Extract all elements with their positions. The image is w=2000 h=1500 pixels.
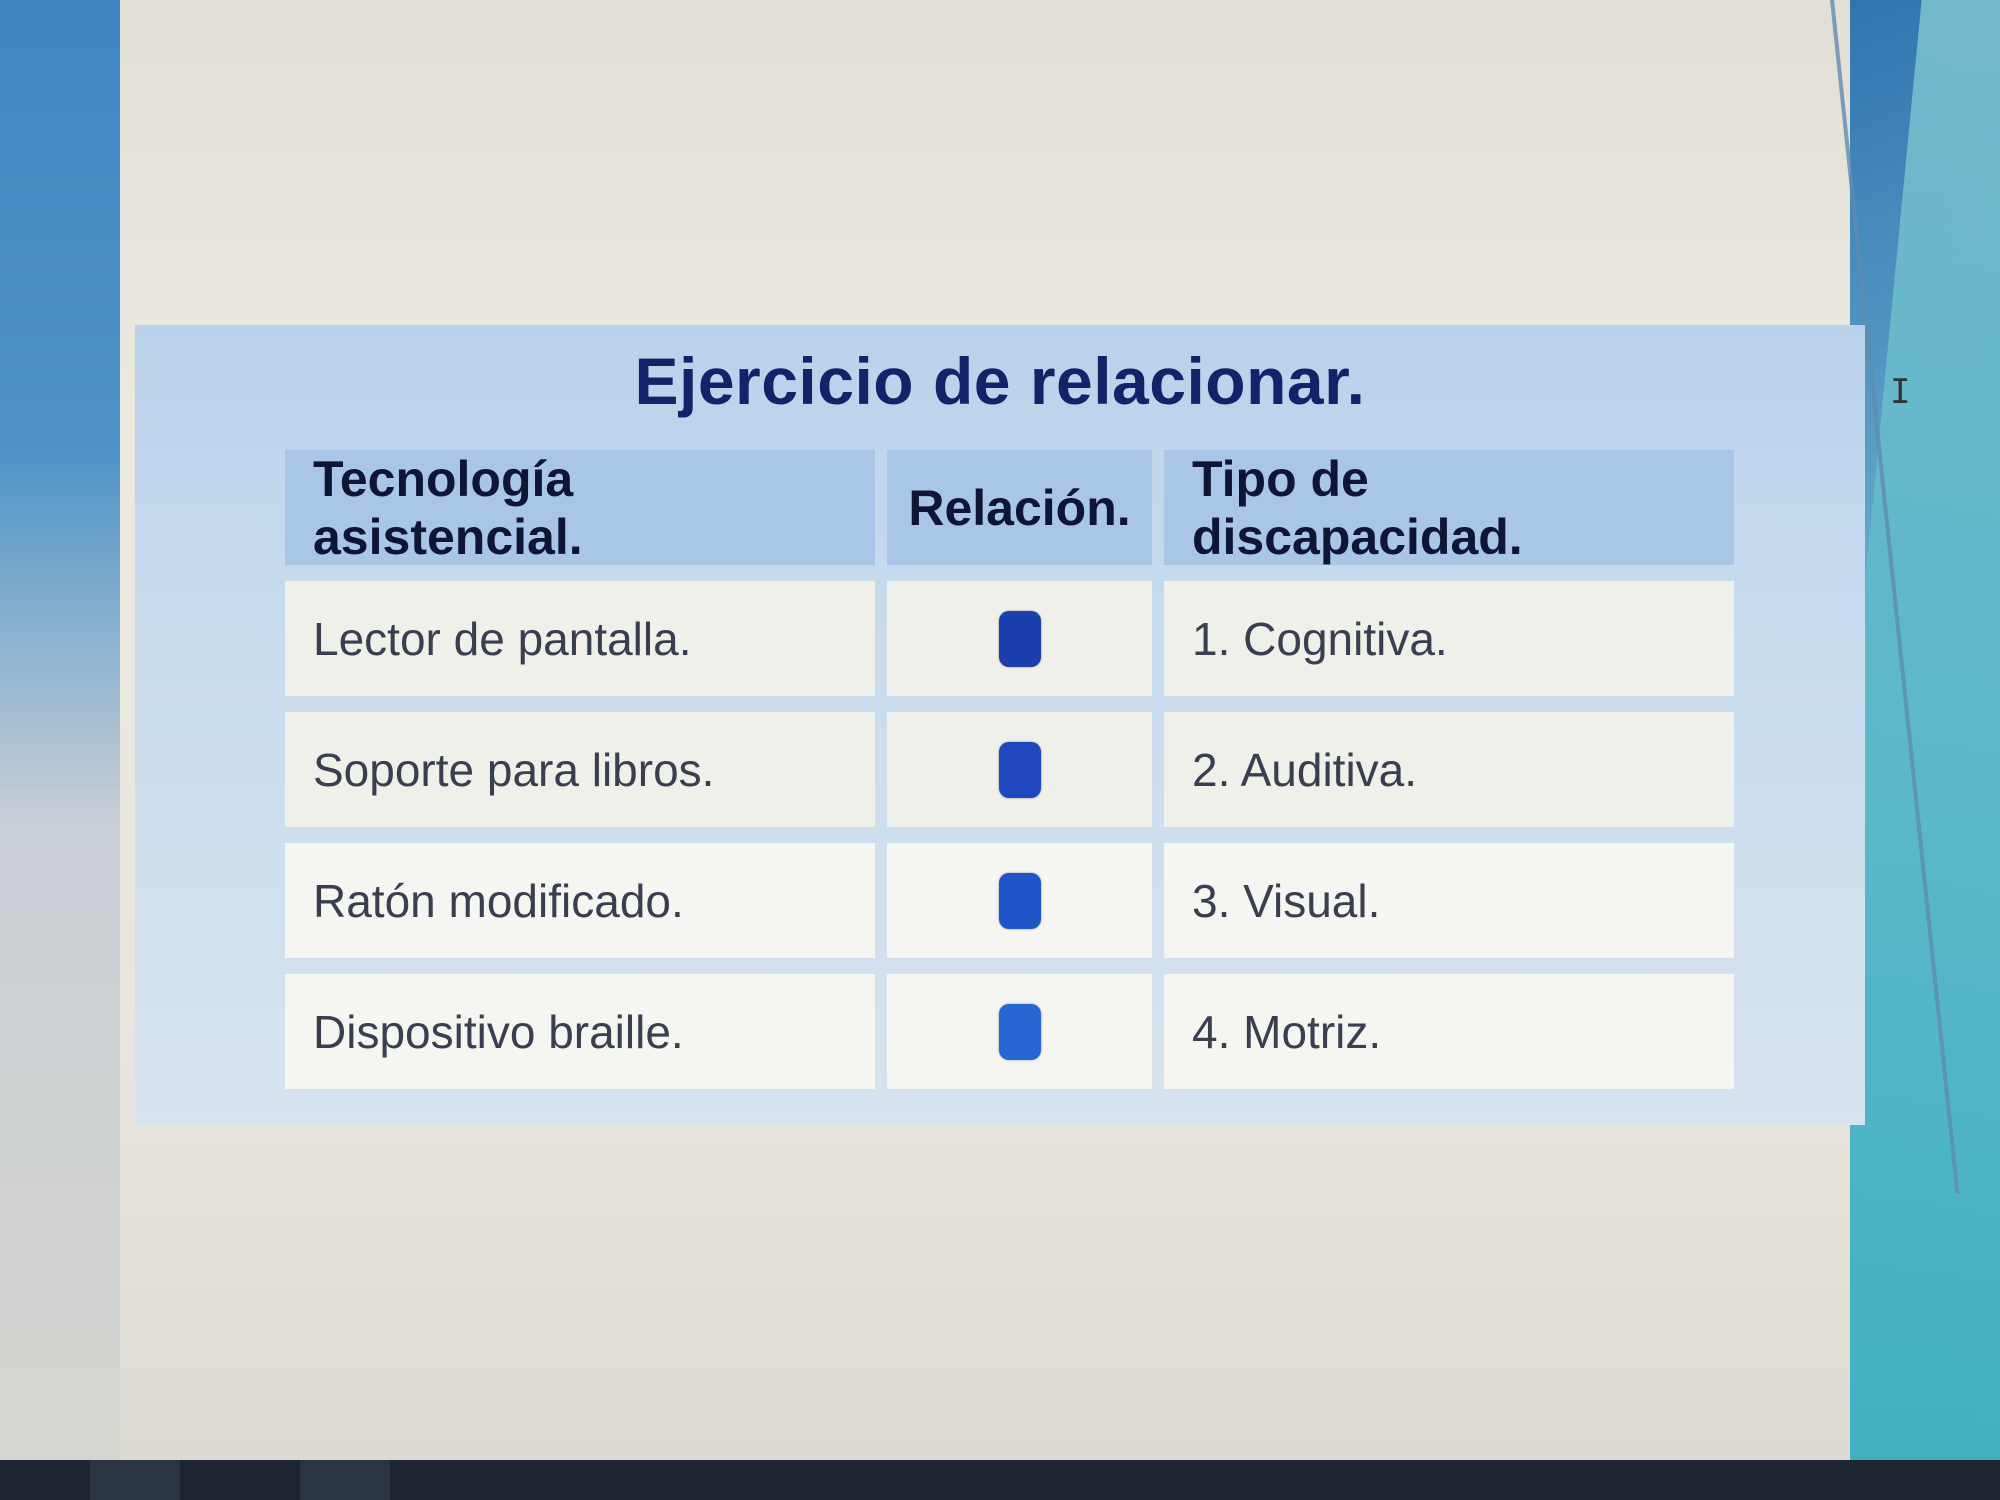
exercise-title: Ejercicio de relacionar.: [634, 344, 1366, 418]
header-technology: Tecnología asistencial.: [285, 450, 875, 565]
header-relation: Relación.: [887, 450, 1152, 565]
disability-cell-4: 4. Motriz.: [1164, 974, 1734, 1089]
matching-table: Tecnología asistencial. Relación. Tipo d…: [285, 450, 1735, 1089]
relation-cell-1[interactable]: [887, 581, 1152, 696]
disability-cell-2: 2. Auditiva.: [1164, 712, 1734, 827]
relation-cell-2[interactable]: [887, 712, 1152, 827]
exercise-panel: Ejercicio de relacionar. Tecnología asis…: [135, 325, 1865, 1125]
taskbar: [0, 1460, 2000, 1500]
technology-cell-2: Soporte para libros.: [285, 712, 875, 827]
relation-marker-3[interactable]: [998, 872, 1041, 929]
taskbar-button-1[interactable]: [90, 1460, 180, 1500]
disability-cell-1: 1. Cognitiva.: [1164, 581, 1734, 696]
relation-cell-3[interactable]: [887, 843, 1152, 958]
header-disability: Tipo de discapacidad.: [1164, 450, 1734, 565]
taskbar-button-2[interactable]: [300, 1460, 390, 1500]
text-cursor-icon: I: [1890, 372, 1911, 412]
technology-cell-4: Dispositivo braille.: [285, 974, 875, 1089]
disability-cell-3: 3. Visual.: [1164, 843, 1734, 958]
technology-cell-3: Ratón modificado.: [285, 843, 875, 958]
technology-cell-1: Lector de pantalla.: [285, 581, 875, 696]
relation-marker-1[interactable]: [998, 610, 1041, 667]
relation-marker-4[interactable]: [998, 1003, 1041, 1060]
relation-marker-2[interactable]: [998, 741, 1041, 798]
desktop-background-left: [0, 0, 140, 1500]
relation-cell-4[interactable]: [887, 974, 1152, 1089]
